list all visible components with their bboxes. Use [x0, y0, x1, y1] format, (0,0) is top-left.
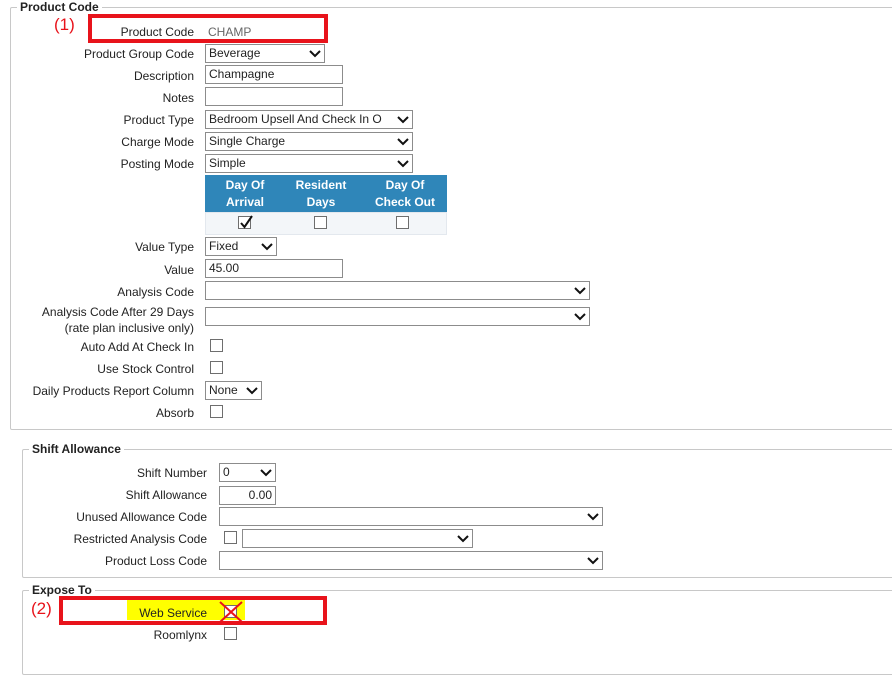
notes-input[interactable] — [205, 87, 343, 106]
charge-mode-select[interactable]: Single Charge — [205, 132, 413, 151]
chevron-down-icon[interactable] — [394, 155, 412, 172]
shift-allowance-legend: Shift Allowance — [32, 442, 121, 456]
product-type-value: Bedroom Upsell And Check In O — [209, 112, 382, 126]
product-group-code-label: Product Group Code — [83, 47, 194, 61]
annotation-note-2: (2) — [31, 599, 52, 618]
notes-label: Notes — [162, 91, 194, 105]
shift-allowance-input[interactable]: 0.00 — [219, 486, 276, 505]
roomlynx-checkbox[interactable] — [224, 627, 237, 640]
resident-days-checkbox[interactable] — [314, 216, 327, 229]
product-loss-code-select[interactable] — [219, 551, 603, 570]
absorb-checkbox[interactable] — [210, 405, 223, 418]
charge-mode-label: Charge Mode — [121, 135, 194, 149]
restricted-analysis-code-select[interactable] — [242, 529, 473, 548]
product-code-legend: Product Code — [20, 0, 99, 14]
posting-mode-value: Simple — [209, 156, 246, 170]
posting-mode-select[interactable]: Simple — [205, 154, 413, 173]
posting-days-col-checkout: Day Of Check Out — [374, 178, 435, 209]
daily-products-label: Daily Products Report Column — [32, 384, 194, 398]
posting-days-col-arrival: Day Of Arrival — [225, 178, 265, 209]
auto-add-checkbox[interactable] — [210, 339, 223, 352]
day-of-check-out-checkbox[interactable] — [396, 216, 409, 229]
chevron-down-icon[interactable] — [257, 464, 275, 481]
charge-mode-value: Single Charge — [209, 134, 286, 148]
description-input[interactable]: Champagne — [205, 65, 343, 84]
value-label: Value — [164, 263, 194, 277]
product-group-code-value: Beverage — [209, 46, 261, 60]
product-type-label: Product Type — [123, 113, 195, 127]
web-service-label: Web Service — [139, 606, 207, 620]
posting-days-header: Day Of Arrival Resident Days Day Of Chec… — [205, 175, 447, 212]
analysis-code-select[interactable] — [205, 281, 590, 300]
value-type-select[interactable]: Fixed — [205, 237, 277, 256]
day-of-arrival-checkbox[interactable] — [238, 215, 253, 229]
annotation-note-1: (1) — [54, 15, 75, 34]
unused-allowance-code-label: Unused Allowance Code — [76, 510, 207, 524]
product-group-code-select[interactable]: Beverage — [205, 44, 325, 63]
product-code-value: CHAMP — [208, 25, 252, 39]
chevron-down-icon[interactable] — [394, 111, 412, 128]
chevron-down-icon[interactable] — [306, 45, 324, 62]
analysis-code-after-sublabel: (rate plan inclusive only) — [64, 321, 194, 335]
daily-products-value: None — [209, 383, 238, 397]
value-input[interactable]: 45.00 — [205, 259, 343, 278]
shift-allowance-label: Shift Allowance — [125, 488, 207, 502]
product-loss-code-label: Product Loss Code — [104, 554, 207, 568]
use-stock-control-checkbox[interactable] — [210, 361, 223, 374]
absorb-label: Absorb — [155, 406, 194, 420]
shift-number-label: Shift Number — [136, 466, 207, 480]
use-stock-control-label: Use Stock Control — [97, 362, 194, 376]
description-label: Description — [133, 69, 194, 83]
chevron-down-icon[interactable] — [584, 508, 602, 525]
posting-mode-label: Posting Mode — [120, 157, 194, 171]
chevron-down-icon[interactable] — [243, 382, 261, 399]
chevron-down-icon[interactable] — [394, 133, 412, 150]
analysis-code-label: Analysis Code — [117, 285, 194, 299]
value-type-label: Value Type — [135, 240, 194, 254]
chevron-down-icon[interactable] — [454, 530, 472, 547]
chevron-down-icon[interactable] — [584, 552, 602, 569]
chevron-down-icon[interactable] — [571, 308, 589, 325]
shift-number-value: 0 — [223, 465, 230, 479]
cross-out-icon — [219, 601, 243, 623]
daily-products-select[interactable]: None — [205, 381, 262, 400]
chevron-down-icon[interactable] — [258, 238, 276, 255]
expose-to-legend: Expose To — [32, 583, 92, 597]
chevron-down-icon[interactable] — [571, 282, 589, 299]
analysis-code-after-label: Analysis Code After 29 Days — [41, 305, 194, 319]
analysis-code-after-select[interactable] — [205, 307, 590, 326]
restricted-analysis-code-checkbox[interactable] — [224, 531, 237, 544]
shift-number-select[interactable]: 0 — [219, 463, 276, 482]
auto-add-label: Auto Add At Check In — [80, 340, 194, 354]
check-icon — [240, 215, 253, 229]
product-type-select[interactable]: Bedroom Upsell And Check In O — [205, 110, 413, 129]
unused-allowance-code-select[interactable] — [219, 507, 603, 526]
product-code-label: Product Code — [120, 25, 194, 39]
value-type-value: Fixed — [209, 239, 239, 253]
restricted-analysis-code-label: Restricted Analysis Code — [73, 532, 207, 546]
posting-days-col-resident: Resident Days — [295, 178, 347, 209]
roomlynx-label: Roomlynx — [153, 628, 207, 642]
